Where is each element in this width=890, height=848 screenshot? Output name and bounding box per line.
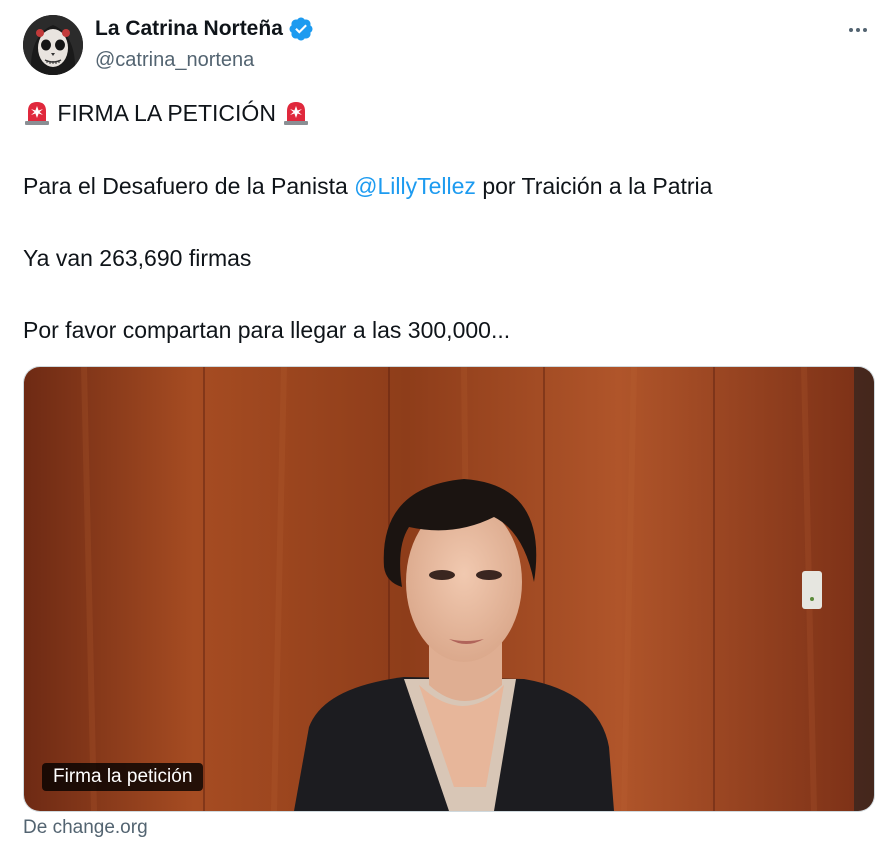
mention-link[interactable]: @LillyTellez <box>354 173 476 199</box>
tweet-card: La Catrina Norteña @catrina_nortena FIRM… <box>0 0 890 848</box>
more-horizontal-icon <box>849 28 853 32</box>
card-source-link[interactable]: De change.org <box>23 817 148 839</box>
tweet-line-desafuero: Para el Desafuero de la Panista @LillyTe… <box>23 171 712 201</box>
avatar[interactable] <box>23 15 83 75</box>
tweet-line-petition: FIRMA LA PETICIÓN <box>23 98 310 128</box>
police-siren-emoji <box>284 102 309 125</box>
tweet-line-compartan: Por favor compartan para llegar a las 30… <box>23 317 511 343</box>
tweet-line-firmas: Ya van 263,690 firmas <box>23 245 252 271</box>
author-handle[interactable]: @catrina_nortena <box>95 48 254 72</box>
author-name-row[interactable]: La Catrina Norteña <box>95 16 313 42</box>
tweet-text-petition: FIRMA LA PETICIÓN <box>57 100 276 126</box>
tweet-text-segment: por Traición a la Patria <box>475 173 713 199</box>
card-label: Firma la petición <box>42 763 204 791</box>
police-siren-emoji <box>25 102 49 125</box>
catrina-skull-avatar <box>23 15 83 75</box>
link-card[interactable]: Firma la petición <box>23 366 875 812</box>
more-dot <box>863 28 867 32</box>
tweet-text-segment: Para el Desafuero de la Panista <box>23 173 355 199</box>
display-name[interactable]: La Catrina Norteña <box>95 16 283 42</box>
verified-badge-icon[interactable] <box>289 17 313 41</box>
card-photo <box>24 367 874 811</box>
more-dot <box>856 28 860 32</box>
more-options-button[interactable] <box>840 18 876 42</box>
